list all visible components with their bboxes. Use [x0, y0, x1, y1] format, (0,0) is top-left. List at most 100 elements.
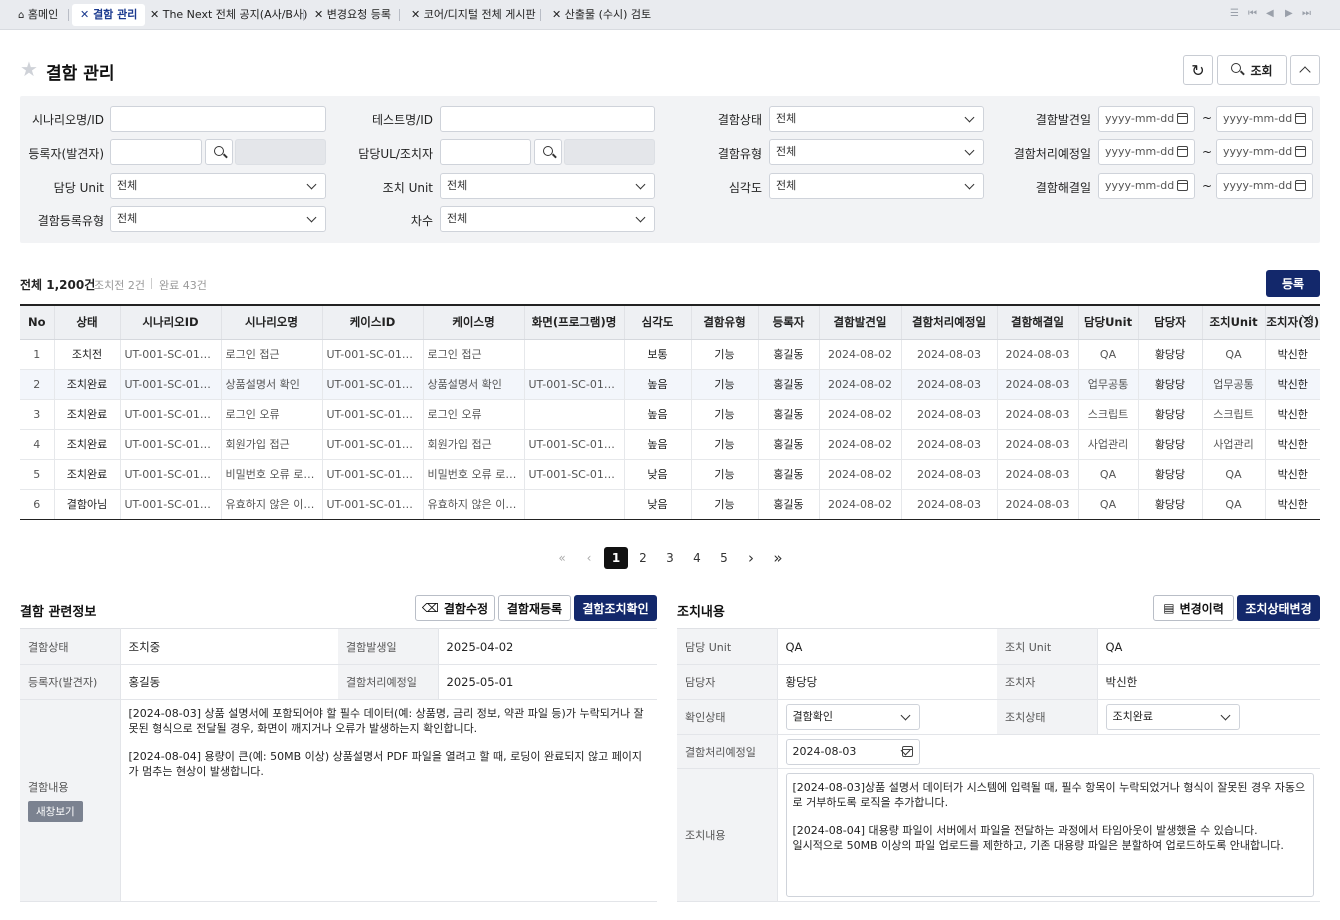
column-header[interactable]: 심각도 — [624, 305, 692, 340]
test-input[interactable] — [440, 106, 655, 132]
next-page-icon[interactable]: › — [739, 547, 763, 569]
planned-date-from[interactable]: yyyy-mm-dd — [1098, 139, 1195, 165]
next-tab-icon[interactable]: ▶ — [1285, 8, 1293, 19]
round-select[interactable]: 전체 — [440, 206, 655, 232]
table-cell: 2024-08-03 — [901, 369, 998, 400]
prev-tab-icon[interactable]: ◀ — [1266, 8, 1274, 19]
register-button[interactable]: 등록 — [1266, 270, 1320, 297]
table-row[interactable]: 1 조치전 UT-001-SC-01A0... 로그인 접근 UT-001-SC-01A… — [20, 339, 1320, 370]
prev-page-icon[interactable]: ‹ — [577, 547, 601, 569]
tab-notice[interactable]: ✕ The Next 전체 공지(A사/B사) — [150, 4, 307, 26]
column-header[interactable]: 시나리오명 — [221, 305, 323, 340]
tab-review[interactable]: ✕ 산출물 (수시) 검토 — [552, 4, 651, 26]
column-header[interactable]: 조치Unit — [1202, 305, 1266, 340]
table-cell: UT-001-SC-01A0... — [120, 399, 222, 430]
registrant-search-button[interactable] — [205, 139, 233, 165]
close-icon[interactable]: ✕ — [80, 8, 89, 21]
owner-search-button[interactable] — [534, 139, 562, 165]
unit-select[interactable]: 전체 — [110, 173, 326, 199]
table-cell: 2024-08-03 — [997, 459, 1079, 490]
tab-board[interactable]: ✕ 코어/디지털 전체 게시판 — [411, 4, 536, 26]
change-action-status-button[interactable]: 조치상태변경 — [1237, 595, 1320, 621]
first-tab-icon[interactable]: ⏮ — [1248, 8, 1257, 19]
planned-date-label: 결함처리예정일 — [677, 734, 777, 769]
owner-label: 담당자 — [677, 664, 777, 700]
action-status-select[interactable]: 조치완료 — [1105, 704, 1240, 730]
defect-status-select[interactable]: 전체 — [769, 106, 984, 132]
edit-defect-button[interactable]: ⌫ 결함수정 — [415, 595, 495, 621]
action-content-textarea[interactable]: [2024-08-03]상품 설명서 데이터가 시스템에 입력될 때, 필수 항… — [785, 773, 1314, 897]
close-icon[interactable]: ✕ — [411, 8, 420, 21]
table-row[interactable]: 2 조치완료 UT-001-SC-01A0... 상품설명서 확인 UT-001-SC-… — [20, 369, 1320, 400]
calendar-icon[interactable] — [1177, 113, 1188, 124]
table-cell: 황당당 — [1138, 459, 1203, 490]
found-date-from[interactable]: yyyy-mm-dd — [1098, 106, 1195, 132]
table-row[interactable]: 5 조치완료 UT-001-SC-01A0... 비밀번호 오류 로그인 UT-001-… — [20, 459, 1320, 490]
column-header[interactable]: 결함해결일 — [997, 305, 1079, 340]
confirm-action-button[interactable]: 결함조치확인 — [574, 595, 657, 621]
calendar-icon[interactable] — [1295, 180, 1306, 191]
tab-menu-icon[interactable]: ☰ — [1230, 8, 1239, 19]
resolved-date-from[interactable]: yyyy-mm-dd — [1098, 173, 1195, 199]
column-header[interactable]: 결함유형 — [691, 305, 759, 340]
column-header[interactable]: 결함발견일 — [819, 305, 902, 340]
planned-date-to[interactable]: yyyy-mm-dd — [1216, 139, 1313, 165]
refresh-icon: ↻ — [1191, 60, 1205, 80]
close-icon[interactable]: ✕ — [150, 8, 159, 21]
defect-content-label: 결함내용 — [28, 781, 69, 794]
column-header[interactable]: 담당Unit — [1078, 305, 1139, 340]
change-history-button[interactable]: ▤ 변경이력 — [1153, 595, 1234, 621]
page-4[interactable]: 4 — [685, 547, 709, 569]
scenario-input[interactable] — [110, 106, 326, 132]
confirm-status-select[interactable]: 결함확인 — [785, 704, 920, 730]
column-header[interactable]: 상태 — [54, 305, 121, 340]
column-header[interactable]: 결함처리예정일 — [901, 305, 998, 340]
table-cell: UT-001-SC-01A0... — [524, 429, 625, 460]
column-header[interactable]: 등록자 — [758, 305, 820, 340]
planned-date-input[interactable]: 2024-08-03 — [785, 738, 920, 765]
column-header[interactable]: 케이스명 — [423, 305, 525, 340]
first-page-icon[interactable]: « — [550, 547, 574, 569]
tab-home[interactable]: ⌂ 홈메인 — [18, 4, 58, 26]
search-button[interactable]: 조회 — [1217, 55, 1287, 85]
resolved-date-to[interactable]: yyyy-mm-dd — [1216, 173, 1313, 199]
column-header[interactable]: 시나리오ID — [120, 305, 222, 340]
owner-input[interactable] — [440, 139, 531, 165]
column-header[interactable]: 담당자 — [1138, 305, 1203, 340]
column-header[interactable]: 화면(프로그램)명 — [524, 305, 625, 340]
calendar-icon[interactable] — [1177, 180, 1188, 191]
reregister-button[interactable]: 결함재등록 — [498, 595, 571, 621]
defect-type-select[interactable]: 전체 — [769, 139, 984, 165]
page-1[interactable]: 1 — [604, 547, 628, 569]
page-3[interactable]: 3 — [658, 547, 682, 569]
action-unit-select[interactable]: 전체 — [440, 173, 655, 199]
close-icon[interactable]: ✕ — [552, 8, 561, 21]
found-date-to[interactable]: yyyy-mm-dd — [1216, 106, 1313, 132]
table-row[interactable]: 3 조치완료 UT-001-SC-01A0... 로그인 오류 UT-001-SC-01… — [20, 399, 1320, 430]
column-header[interactable]: 조치자(정) — [1265, 305, 1320, 340]
column-header[interactable]: 케이스ID — [322, 305, 424, 340]
refresh-button[interactable]: ↻ — [1183, 55, 1213, 85]
collapse-button[interactable] — [1290, 55, 1320, 85]
calendar-icon[interactable] — [1295, 146, 1306, 157]
last-page-icon[interactable]: » — [766, 547, 790, 569]
table-cell: 황당당 — [1138, 429, 1203, 460]
calendar-icon[interactable] — [1295, 113, 1306, 124]
last-tab-icon[interactable]: ⏭ — [1302, 8, 1311, 19]
calendar-icon[interactable] — [1177, 146, 1188, 157]
registrant-input[interactable] — [110, 139, 202, 165]
table-row[interactable]: 4 조치완료 UT-001-SC-01A0... 회원가입 접근 UT-001-SC-0… — [20, 429, 1320, 460]
table-cell: 2024-08-03 — [901, 339, 998, 370]
tab-defect-management[interactable]: ✕ 결함 관리 — [72, 4, 146, 26]
column-header[interactable]: No — [20, 305, 55, 340]
severity-select[interactable]: 전체 — [769, 173, 984, 199]
close-icon[interactable]: ✕ — [314, 8, 323, 21]
page-2[interactable]: 2 — [631, 547, 655, 569]
calendar-icon[interactable] — [901, 745, 913, 757]
page-5[interactable]: 5 — [712, 547, 736, 569]
reg-type-select[interactable]: 전체 — [110, 206, 326, 232]
table-row[interactable]: 6 결함아님 UT-001-SC-01A0... 유효하지 않은 이메일 UT-001-… — [20, 489, 1320, 520]
popup-view-button[interactable]: 새창보기 — [28, 801, 83, 822]
favorite-star-icon[interactable]: ★ — [20, 59, 38, 79]
tab-change-request[interactable]: ✕ 변경요청 등록 — [314, 4, 391, 26]
